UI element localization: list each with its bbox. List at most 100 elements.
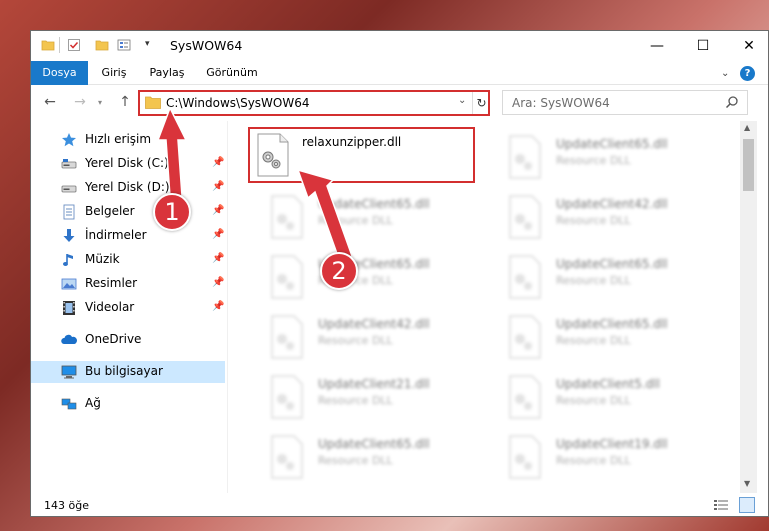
file-name: UpdateClient65.dll xyxy=(556,137,668,151)
properties-icon[interactable] xyxy=(117,38,131,52)
dll-file-icon xyxy=(257,133,289,177)
pin-icon[interactable]: 📌 xyxy=(212,181,224,192)
file-name: UpdateClient65.dll xyxy=(556,317,668,331)
file-tile[interactable]: UpdateClient65.dll Resource DLL xyxy=(248,247,478,305)
dll-file-icon xyxy=(271,315,303,359)
scrollbar-thumb[interactable] xyxy=(743,139,754,191)
file-name: UpdateClient21.dll xyxy=(318,377,430,391)
sidebar-item-local-disk-d[interactable]: Yerel Disk (D:) 📌 xyxy=(31,177,225,199)
sidebar-item-label: Videolar xyxy=(85,300,135,314)
search-placeholder[interactable]: Ara: SysWOW64 xyxy=(512,96,610,110)
dll-file-icon xyxy=(509,195,541,239)
documents-icon xyxy=(63,204,75,220)
customize-toolbar-chevron-icon[interactable]: ▾ xyxy=(145,39,159,53)
search-icon[interactable] xyxy=(725,95,739,109)
pictures-icon xyxy=(61,278,77,290)
sidebar-item-local-disk-c[interactable]: Yerel Disk (C:) 📌 xyxy=(31,153,225,175)
folder-icon[interactable] xyxy=(41,38,55,52)
dll-file-icon xyxy=(271,375,303,419)
sidebar-item-downloads[interactable]: İndirmeler 📌 xyxy=(31,225,225,247)
file-tile[interactable]: UpdateClient65.dll Resource DLL xyxy=(486,247,716,305)
refresh-icon[interactable]: ↻ xyxy=(472,92,490,114)
network-icon xyxy=(61,398,77,410)
file-type: Resource DLL xyxy=(318,394,393,407)
sidebar-item-network[interactable]: Ağ xyxy=(31,393,225,415)
file-name: UpdateClient65.dll xyxy=(318,197,430,211)
file-name: UpdateClient42.dll xyxy=(556,197,668,211)
scroll-down-icon[interactable]: ▼ xyxy=(744,479,750,488)
sidebar-item-videos[interactable]: Videolar 📌 xyxy=(31,297,225,319)
scroll-up-icon[interactable]: ▲ xyxy=(744,123,750,132)
file-tile[interactable]: UpdateClient42.dll Resource DLL xyxy=(486,187,716,245)
onedrive-icon xyxy=(61,334,77,344)
sidebar-item-documents[interactable]: Belgeler 📌 xyxy=(31,201,225,223)
file-tile[interactable]: UpdateClient65.dll Resource DLL xyxy=(248,187,478,245)
pin-icon[interactable]: 📌 xyxy=(212,205,224,216)
dll-file-icon xyxy=(509,135,541,179)
file-list: relaxunzipper.dll UpdateClient65.dll Res… xyxy=(231,121,741,493)
file-tile[interactable]: UpdateClient5.dll Resource DLL xyxy=(486,367,716,425)
address-bar[interactable]: C:\Windows\SysWOW64 ⌄ ↻ xyxy=(138,90,490,116)
file-type: Resource DLL xyxy=(318,214,393,227)
file-type: Resource DLL xyxy=(556,454,631,467)
large-icons-view-icon[interactable] xyxy=(739,497,755,513)
recent-locations-chevron-icon[interactable]: ▾ xyxy=(89,91,111,113)
sidebar-item-quick-access[interactable]: Hızlı erişim xyxy=(31,129,225,151)
step-2-callout: 2 xyxy=(320,252,358,290)
sidebar-item-label: Yerel Disk (D:) xyxy=(85,180,170,194)
status-bar: 143 öğe xyxy=(31,493,768,516)
sidebar-item-label: Hızlı erişim xyxy=(85,132,152,146)
sidebar-item-this-pc[interactable]: Bu bilgisayar xyxy=(31,361,225,383)
file-tile[interactable]: UpdateClient65.dll Resource DLL xyxy=(248,427,478,485)
vertical-scrollbar[interactable]: ▲ ▼ xyxy=(740,121,757,493)
expand-ribbon-chevron-icon[interactable]: ⌄ xyxy=(721,68,729,79)
forward-arrow-icon[interactable]: → xyxy=(69,91,91,113)
sidebar-item-onedrive[interactable]: OneDrive xyxy=(31,329,225,351)
item-count: 143 öğe xyxy=(44,499,89,512)
tab-share[interactable]: Paylaş xyxy=(145,61,189,85)
file-tile-relaxunzipper[interactable]: relaxunzipper.dll xyxy=(248,127,475,183)
pin-icon[interactable]: 📌 xyxy=(212,229,224,240)
back-arrow-icon[interactable]: ← xyxy=(39,91,61,113)
sidebar-item-label: Belgeler xyxy=(85,204,135,218)
search-box[interactable]: Ara: SysWOW64 xyxy=(502,90,748,115)
ribbon-tabs: Dosya Giriş Paylaş Görünüm ⌄ ? xyxy=(31,61,768,85)
address-path[interactable]: C:\Windows\SysWOW64 xyxy=(166,96,310,110)
details-view-icon[interactable] xyxy=(713,498,729,512)
close-button[interactable]: ✕ xyxy=(726,31,768,61)
tab-home[interactable]: Giriş xyxy=(97,61,131,85)
sidebar-item-music[interactable]: Müzik 📌 xyxy=(31,249,225,271)
sidebar-item-label: Yerel Disk (C:) xyxy=(85,156,169,170)
tab-file[interactable]: Dosya xyxy=(31,61,88,85)
properties-check-icon[interactable] xyxy=(67,38,81,52)
up-arrow-icon[interactable]: ↑ xyxy=(114,91,136,113)
pin-icon[interactable]: 📌 xyxy=(212,157,224,168)
step-1-callout: 1 xyxy=(153,193,191,231)
pin-icon[interactable]: 📌 xyxy=(212,277,224,288)
new-folder-icon[interactable] xyxy=(95,38,109,52)
pin-icon[interactable]: 📌 xyxy=(212,253,224,264)
drive-icon xyxy=(61,185,77,193)
file-tile[interactable]: UpdateClient42.dll Resource DLL xyxy=(248,307,478,365)
minimize-button[interactable]: — xyxy=(634,31,680,61)
file-tile[interactable]: UpdateClient21.dll Resource DLL xyxy=(248,367,478,425)
maximize-button[interactable]: ☐ xyxy=(680,31,726,61)
file-tile[interactable]: UpdateClient65.dll Resource DLL xyxy=(486,307,716,365)
tab-view[interactable]: Görünüm xyxy=(202,61,262,85)
file-tile[interactable]: UpdateClient19.dll Resource DLL xyxy=(486,427,716,485)
address-dropdown-chevron-icon[interactable]: ⌄ xyxy=(458,95,466,106)
file-type: Resource DLL xyxy=(556,154,631,167)
file-name: UpdateClient65.dll xyxy=(318,437,430,451)
help-icon[interactable]: ? xyxy=(740,66,755,81)
sidebar-item-pictures[interactable]: Resimler 📌 xyxy=(31,273,225,295)
videos-icon xyxy=(63,301,75,315)
navigation-pane: Hızlı erişim Yerel Disk (C:) 📌 Yerel Dis… xyxy=(31,121,225,493)
navigation-bar: ← → ▾ ↑ C:\Windows\SysWOW64 ⌄ ↻ Ara: Sys… xyxy=(31,86,768,118)
pane-divider[interactable] xyxy=(227,121,228,493)
file-type: Resource DLL xyxy=(556,394,631,407)
sidebar-item-label: Ağ xyxy=(85,396,101,410)
pin-icon[interactable]: 📌 xyxy=(212,301,224,312)
folder-icon xyxy=(145,96,161,109)
file-tile[interactable]: UpdateClient65.dll Resource DLL xyxy=(486,127,716,185)
star-icon xyxy=(62,133,76,147)
